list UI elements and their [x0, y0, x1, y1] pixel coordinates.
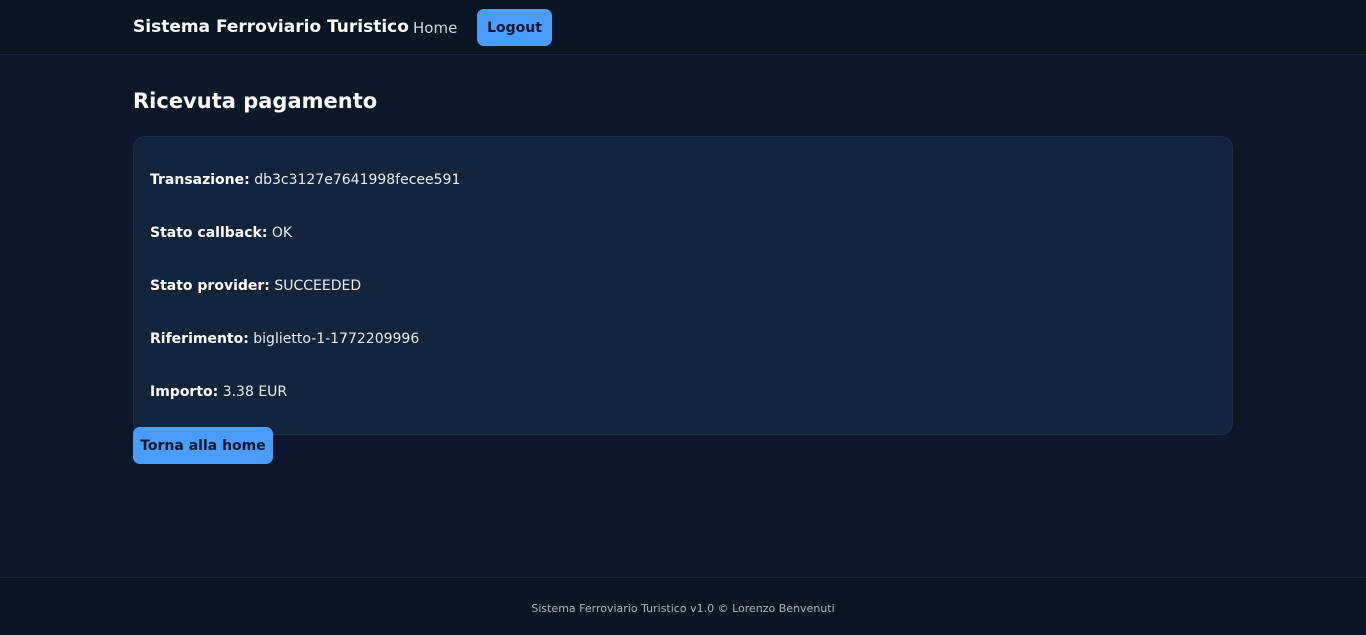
navbar: Sistema Ferroviario Turistico Home Logou… — [0, 0, 1366, 55]
receipt-label: Stato provider: — [150, 278, 270, 294]
receipt-label: Transazione: — [150, 172, 250, 188]
receipt-row-reference: Riferimento: biglietto-1-1772209996 — [150, 331, 419, 347]
receipt-row-amount: Importo: 3.38 EUR — [150, 384, 287, 400]
receipt-label: Stato callback: — [150, 225, 268, 241]
footer: Sistema Ferroviario Turistico v1.0 © Lor… — [0, 577, 1366, 635]
logout-button[interactable]: Logout — [477, 9, 552, 46]
receipt-label: Importo: — [150, 384, 219, 400]
receipt-value: db3c3127e7641998fecee591 — [254, 172, 461, 188]
back-to-home-button[interactable]: Torna alla home — [133, 427, 273, 464]
receipt-row-provider-status: Stato provider: SUCCEEDED — [150, 278, 361, 294]
nav-home-link[interactable]: Home — [413, 19, 457, 37]
receipt-card: Transazione: db3c3127e7641998fecee591 St… — [133, 136, 1233, 435]
brand-title[interactable]: Sistema Ferroviario Turistico — [133, 17, 409, 37]
footer-text: Sistema Ferroviario Turistico v1.0 © Lor… — [531, 602, 835, 615]
page-title: Ricevuta pagamento — [133, 89, 378, 113]
receipt-value: OK — [271, 225, 293, 241]
receipt-label: Riferimento: — [150, 331, 249, 347]
receipt-value: biglietto-1-1772209996 — [253, 331, 420, 347]
receipt-row-transaction: Transazione: db3c3127e7641998fecee591 — [150, 172, 460, 188]
receipt-value: SUCCEEDED — [274, 278, 362, 294]
receipt-row-callback-status: Stato callback: OK — [150, 225, 292, 241]
receipt-value: 3.38 EUR — [222, 384, 288, 400]
